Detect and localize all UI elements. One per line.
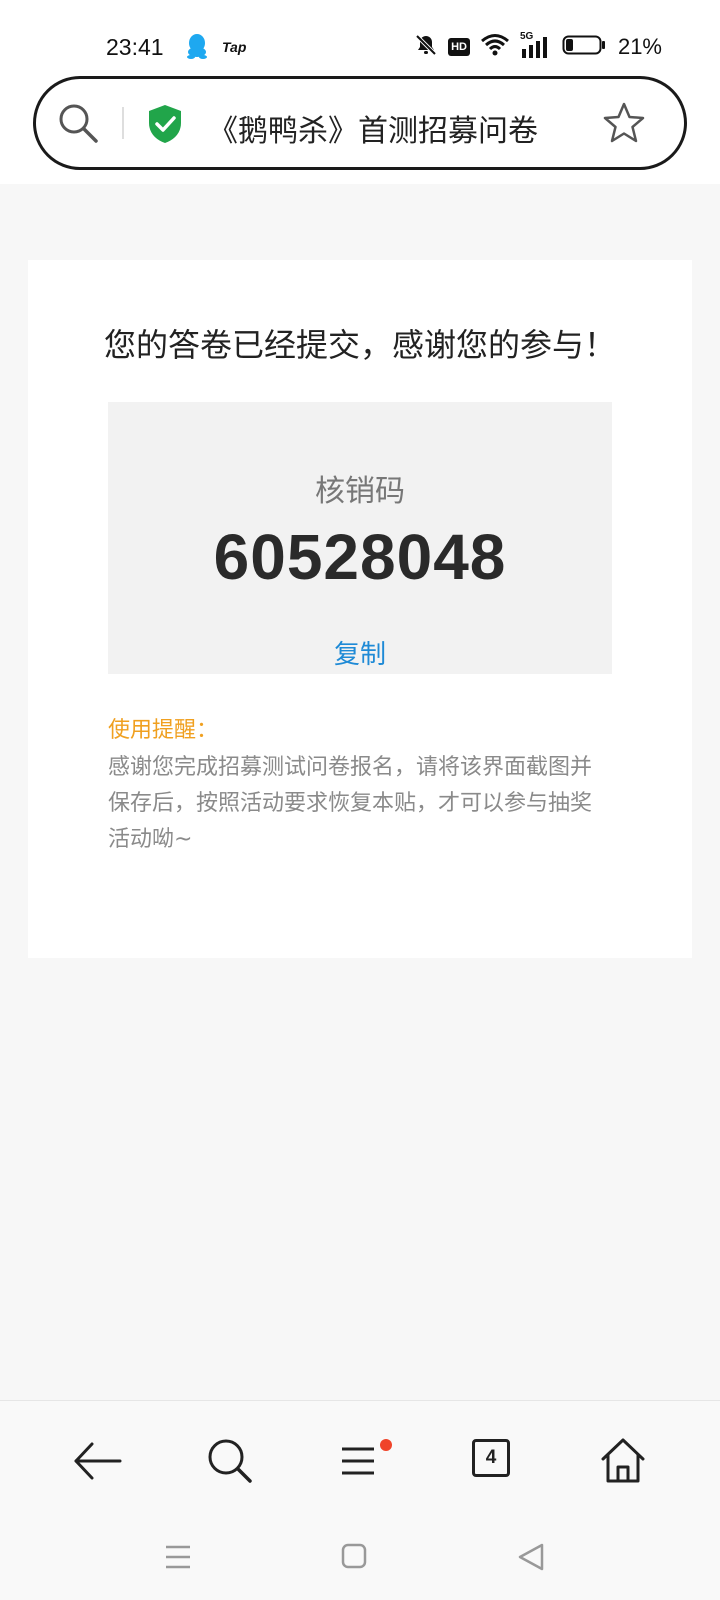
page-title[interactable]: 《鹅鸭杀》首测招募问卷: [208, 106, 538, 150]
battery-icon: [562, 34, 606, 60]
back-arrow-icon[interactable]: [68, 1431, 128, 1491]
hd-icon: HD: [448, 38, 470, 56]
status-bar: 23:41 Tap HD 5G 21%: [0, 0, 720, 76]
menu-icon[interactable]: [328, 1431, 392, 1491]
tabs-icon[interactable]: 4: [462, 1431, 522, 1491]
battery-percent: 21%: [617, 34, 662, 59]
qq-penguin-icon: [186, 33, 208, 63]
tap-icon: Tap: [222, 39, 247, 55]
shield-check-icon[interactable]: [146, 103, 184, 149]
status-indicators: HD 5G 21%: [414, 31, 662, 61]
wifi-icon: [480, 33, 510, 61]
tab-count: 4: [472, 1439, 510, 1477]
address-bar[interactable]: 《鹅鸭杀》首测招募问卷: [33, 76, 687, 170]
home-icon[interactable]: [593, 1431, 653, 1491]
notification-dot: [380, 1439, 392, 1451]
top-area: 23:41 Tap HD 5G 21% 《鹅鸭杀》首测招募问卷: [0, 0, 720, 184]
submission-message: 您的答卷已经提交，感谢您的参与！: [104, 326, 617, 364]
submission-card: 您的答卷已经提交，感谢您的参与！ 核销码 60528048 复制 使用提醒： 感…: [28, 260, 692, 958]
tip-title: 使用提醒：: [108, 718, 219, 743]
home-square-icon[interactable]: [334, 1537, 374, 1577]
code-value: 60528048: [213, 521, 507, 593]
address-divider: [122, 107, 124, 139]
tip-body: 感谢您完成招募测试问卷报名，请将该界面截图并保存后，按照活动要求恢复本贴，才可以…: [108, 755, 593, 852]
copy-button[interactable]: 复制: [108, 634, 612, 671]
recent-apps-icon[interactable]: [158, 1537, 198, 1577]
bottom-toolbar: 4: [0, 1400, 720, 1600]
back-triangle-icon[interactable]: [512, 1537, 552, 1577]
mute-bell-icon: [414, 33, 438, 61]
battery-fill: [565, 39, 573, 51]
search-icon[interactable]: [56, 101, 100, 149]
code-label: 核销码: [315, 474, 405, 509]
redemption-code-box: 核销码 60528048 复制: [108, 402, 612, 674]
star-icon[interactable]: [602, 101, 646, 149]
search-icon[interactable]: [200, 1431, 260, 1491]
cellular-5g-icon: 5G: [520, 31, 552, 59]
status-time: 23:41: [106, 34, 164, 60]
